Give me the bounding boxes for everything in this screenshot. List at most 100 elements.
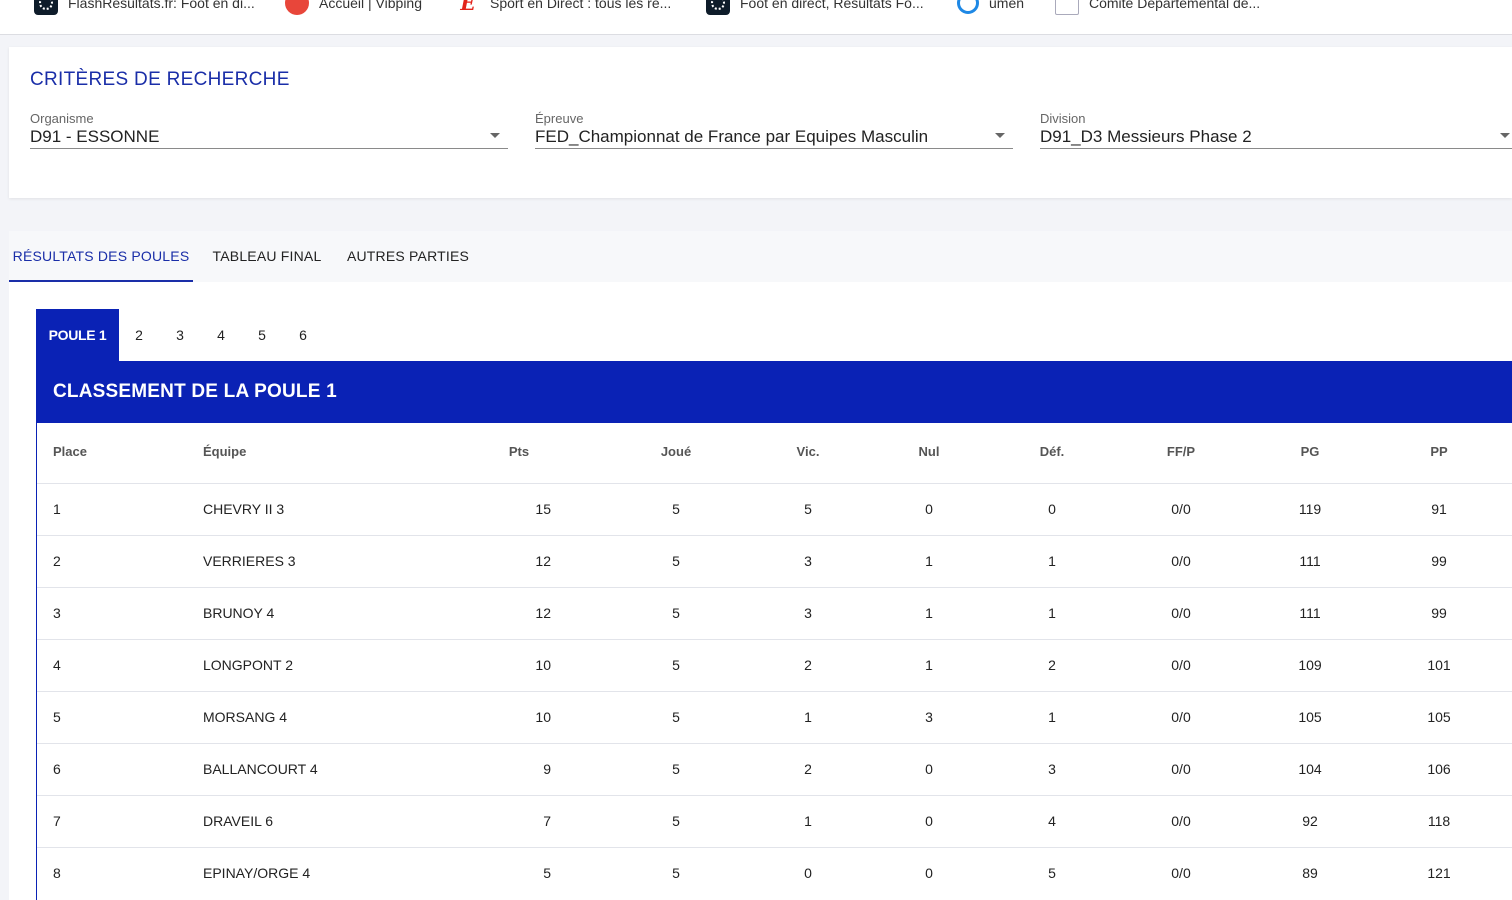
cell-ffp: 0/0 bbox=[1171, 605, 1191, 621]
cell-pg: 111 bbox=[1299, 605, 1321, 621]
cell-joue: 5 bbox=[672, 605, 680, 621]
organisme-value: D91 - ESSONNE bbox=[30, 127, 160, 146]
cell-nul: 1 bbox=[925, 605, 933, 621]
cell-equipe: BALLANCOURT 4 bbox=[203, 761, 318, 777]
cell-pg: 92 bbox=[1302, 813, 1318, 829]
bookmark-vibping[interactable]: Accueil | Vibping bbox=[285, 0, 422, 15]
cell-def: 1 bbox=[1048, 709, 1056, 725]
col-header-pg: PG bbox=[1300, 444, 1320, 459]
cell-def: 4 bbox=[1048, 813, 1056, 829]
col-header-joue: Joué bbox=[660, 444, 692, 459]
bookmark-umen[interactable]: umen bbox=[957, 0, 1024, 14]
epreuve-select[interactable]: Épreuve FED_Championnat de France par Eq… bbox=[535, 111, 1013, 149]
cell-vic: 1 bbox=[804, 813, 812, 829]
flashscore-icon bbox=[706, 0, 730, 15]
cell-nul: 0 bbox=[925, 813, 933, 829]
organisme-label: Organisme bbox=[30, 111, 94, 126]
cell-pp: 118 bbox=[1427, 813, 1451, 829]
poule-tab-1[interactable]: POULE 1 bbox=[36, 309, 119, 361]
col-header-ffp: FF/P bbox=[1166, 444, 1196, 459]
bookmark-flashscore[interactable]: Foot en direct, Résultats Fo... bbox=[706, 0, 924, 15]
cell-place: 4 bbox=[53, 657, 61, 673]
cell-pg: 111 bbox=[1299, 553, 1321, 569]
cell-pp: 121 bbox=[1427, 865, 1451, 881]
chevron-down-icon bbox=[1500, 133, 1510, 138]
ranking-table: Place Équipe Pts Joué Vic. Nul Déf. FF/P… bbox=[36, 423, 1512, 900]
bookmark-label: umen bbox=[989, 0, 1025, 11]
cell-joue: 5 bbox=[672, 761, 680, 777]
poule-tab-3[interactable]: 3 bbox=[166, 309, 194, 361]
tab-tableau-final[interactable]: TABLEAU FINAL bbox=[203, 231, 331, 282]
cell-pg: 104 bbox=[1298, 761, 1322, 777]
cell-pp: 91 bbox=[1431, 501, 1447, 517]
poule-tab-4[interactable]: 4 bbox=[207, 309, 235, 361]
table-row: 5 MORSANG 4 10 5 1 3 1 0/0 105 105 bbox=[37, 691, 1512, 743]
table-row: 1 CHEVRY II 3 15 5 5 0 0 0/0 119 91 bbox=[37, 483, 1512, 535]
cell-vic: 5 bbox=[804, 501, 812, 517]
cell-vic: 3 bbox=[804, 605, 812, 621]
cell-pts: 10 bbox=[535, 657, 551, 673]
cell-def: 1 bbox=[1048, 553, 1056, 569]
bookmark-label: Comité Départemental de... bbox=[1089, 0, 1261, 11]
cell-place: 5 bbox=[53, 709, 61, 725]
table-row: 6 BALLANCOURT 4 9 5 2 0 3 0/0 104 106 bbox=[37, 743, 1512, 795]
tab-autres-parties[interactable]: AUTRES PARTIES bbox=[343, 231, 473, 282]
division-value: D91_D3 Messieurs Phase 2 bbox=[1040, 127, 1252, 146]
table-row: 3 BRUNOY 4 12 5 3 1 1 0/0 111 99 bbox=[37, 587, 1512, 639]
bookmark-comite[interactable]: Comité Départemental de... bbox=[1055, 0, 1261, 15]
division-select[interactable]: Division D91_D3 Messieurs Phase 2 bbox=[1040, 111, 1512, 149]
cell-pts: 9 bbox=[543, 761, 551, 777]
cell-joue: 5 bbox=[672, 709, 680, 725]
cell-pts: 10 bbox=[535, 709, 551, 725]
cell-joue: 5 bbox=[672, 657, 680, 673]
criteria-title: CRITÈRES DE RECHERCHE bbox=[30, 69, 290, 90]
lequipe-icon: E bbox=[460, 0, 476, 15]
cell-pg: 89 bbox=[1302, 865, 1318, 881]
poule-tab-2[interactable]: 2 bbox=[125, 309, 153, 361]
cell-ffp: 0/0 bbox=[1171, 709, 1191, 725]
table-row: 8 EPINAY/ORGE 4 5 5 0 0 5 0/0 89 121 bbox=[37, 847, 1512, 899]
organisme-select[interactable]: Organisme D91 - ESSONNE bbox=[30, 111, 508, 149]
cell-pg: 105 bbox=[1298, 709, 1322, 725]
cell-pts: 15 bbox=[535, 501, 551, 517]
cell-pp: 99 bbox=[1431, 605, 1447, 621]
cell-def: 1 bbox=[1048, 605, 1056, 621]
chevron-down-icon bbox=[995, 133, 1005, 138]
table-row: 2 VERRIERES 3 12 5 3 1 1 0/0 111 99 bbox=[37, 535, 1512, 587]
search-criteria-card: CRITÈRES DE RECHERCHE Organisme D91 - ES… bbox=[9, 47, 1512, 198]
cell-ffp: 0/0 bbox=[1171, 865, 1191, 881]
cell-place: 8 bbox=[53, 865, 61, 881]
cell-place: 3 bbox=[53, 605, 61, 621]
poule-tab-6[interactable]: 6 bbox=[289, 309, 317, 361]
cell-ffp: 0/0 bbox=[1171, 657, 1191, 673]
cell-nul: 1 bbox=[925, 553, 933, 569]
cell-vic: 1 bbox=[804, 709, 812, 725]
results-content: POULE 1 2 3 4 5 6 CLASSEMENT DE LA POULE… bbox=[9, 282, 1512, 900]
cell-def: 3 bbox=[1048, 761, 1056, 777]
cell-pts: 12 bbox=[535, 605, 551, 621]
cell-equipe: VERRIERES 3 bbox=[203, 553, 296, 569]
col-header-vic: Vic. bbox=[796, 444, 820, 459]
cell-place: 2 bbox=[53, 553, 61, 569]
cell-nul: 0 bbox=[925, 865, 933, 881]
cell-equipe: MORSANG 4 bbox=[203, 709, 288, 725]
cell-nul: 1 bbox=[925, 657, 933, 673]
cell-vic: 2 bbox=[804, 761, 812, 777]
poule-tab-5[interactable]: 5 bbox=[248, 309, 276, 361]
col-header-pts: Pts bbox=[508, 444, 530, 459]
bookmark-flashresultats[interactable]: FlashResultats.fr: Foot en di... bbox=[34, 0, 255, 15]
col-header-nul: Nul bbox=[918, 444, 940, 459]
tab-resultats-poules[interactable]: RÉSULTATS DES POULES bbox=[9, 231, 193, 282]
table-row: 4 LONGPONT 2 10 5 2 1 2 0/0 109 101 bbox=[37, 639, 1512, 691]
cell-pp: 105 bbox=[1427, 709, 1451, 725]
division-label: Division bbox=[1040, 111, 1086, 126]
cell-place: 1 bbox=[53, 501, 61, 517]
cell-def: 5 bbox=[1048, 865, 1056, 881]
cell-joue: 5 bbox=[672, 813, 680, 829]
comite-icon bbox=[1055, 0, 1079, 15]
cell-nul: 0 bbox=[925, 761, 933, 777]
cell-vic: 3 bbox=[804, 553, 812, 569]
vibping-icon bbox=[285, 0, 309, 15]
bookmark-lequipe[interactable]: E Sport en Direct : tous les ré... bbox=[456, 0, 671, 15]
cell-pts: 5 bbox=[543, 865, 551, 881]
